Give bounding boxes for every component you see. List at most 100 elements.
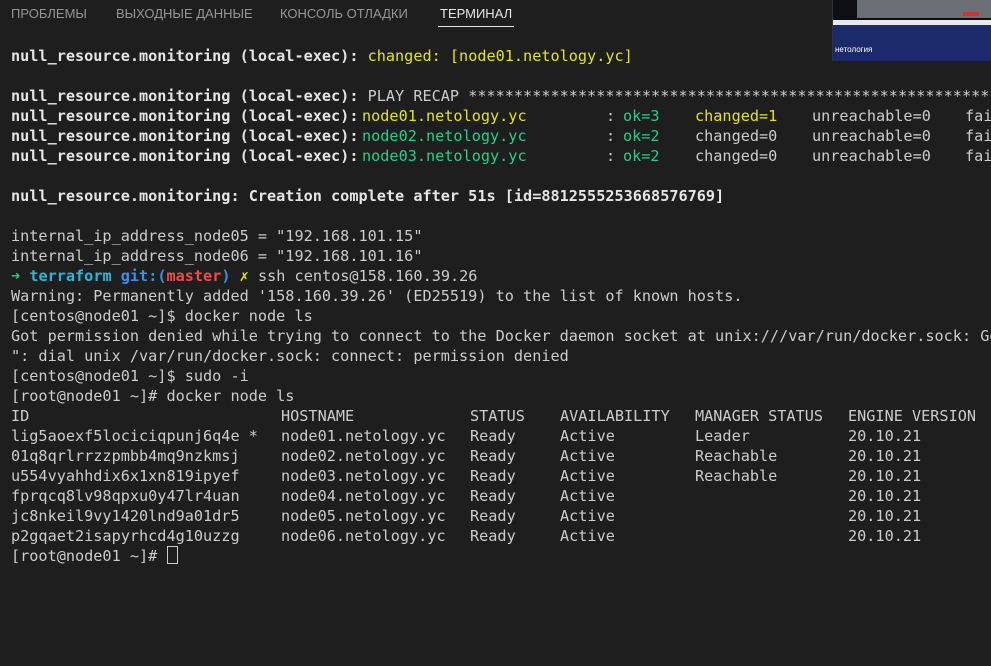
header-availability: AVAILABILITY [560, 407, 670, 425]
node-status: Ready [470, 507, 516, 525]
prompt-command: ssh centos@158.160.39.26 [257, 267, 478, 285]
node-id: u554vyahhdix6x1xn819ipyef [11, 467, 240, 485]
node-availability: Active [560, 427, 615, 445]
node-engine-version: 20.10.21 [848, 427, 922, 445]
table-row: 01q8qrlrrzzpmbb4mq9nzkmsj node02.netolog… [11, 446, 991, 466]
node-hostname: node02.netology.yc [281, 447, 446, 465]
centos-prompt-sudo: [centos@node01 ~]$ sudo -i [11, 367, 249, 385]
node-hostname: node05.netology.yc [281, 507, 446, 525]
prompt-git-branch: master [166, 267, 222, 285]
changed-text: changed: [node01.netology.yc] [367, 47, 633, 65]
node-id: lig5aoexf5lociciqpunj6q4e * [11, 427, 258, 445]
table-row: p2gqaet2isapyrhcd4g10uzzg node06.netolog… [11, 526, 991, 546]
overlay-banner [833, 20, 991, 61]
header-hostname: HOSTNAME [281, 407, 355, 425]
node-status: Ready [470, 447, 516, 465]
output-node05-ip: internal_ip_address_node05 = "192.168.10… [11, 227, 423, 245]
recap-host: node03.netology.yc [362, 147, 527, 165]
prompt-directory: terraform [29, 267, 112, 285]
node-engine-version: 20.10.21 [848, 507, 922, 525]
prompt-arrow-icon: ➜ [11, 267, 21, 285]
header-status: STATUS [470, 407, 525, 425]
recap-host: node02.netology.yc [362, 127, 527, 145]
node-id: fprqcq8lv98qpxu0y47lr4uan [11, 487, 240, 505]
tab-terminal[interactable]: ТЕРМИНАЛ [438, 6, 515, 27]
resource-prefix: null_resource.monitoring (local-exec): [11, 127, 368, 145]
prompt-git-label: git:( [120, 267, 167, 285]
node-hostname: node04.netology.yc [281, 487, 446, 505]
tab-output[interactable]: ВЫХОДНЫЕ ДАННЫЕ [116, 6, 253, 21]
shell-prompt-line: ➜ terraform git:(master) ✗ ssh centos@15… [11, 266, 477, 286]
node-id: 01q8qrlrrzzpmbb4mq9nzkmsj [11, 447, 240, 465]
node-manager-status: Leader [695, 427, 750, 445]
node-id: p2gqaet2isapyrhcd4g10uzzg [11, 527, 240, 545]
recap-failed: fai [965, 147, 991, 165]
table-row: jc8nkeil9vy1420lnd9a01dr5 node05.netolog… [11, 506, 991, 526]
recap-failed: fai [965, 107, 991, 125]
recap-ok: ok=2 [623, 147, 660, 165]
resource-prefix: null_resource.monitoring (local-exec): [11, 107, 368, 125]
node-hostname: node01.netology.yc [281, 427, 446, 445]
recap-unreachable: unreachable=0 [812, 127, 931, 145]
recap-separator: : [606, 127, 625, 145]
node-table-header: ID HOSTNAME STATUS AVAILABILITY MANAGER … [11, 406, 991, 426]
recap-changed: changed=1 [695, 107, 778, 125]
recap-ok: ok=2 [623, 127, 660, 145]
recap-unreachable: unreachable=0 [812, 147, 931, 165]
node-manager-status: Reachable [695, 447, 778, 465]
node-availability: Active [560, 527, 615, 545]
terminal-line-play-recap: null_resource.monitoring (local-exec): P… [11, 86, 991, 106]
prompt-dirty-icon: ✗ [239, 267, 249, 285]
terminal-line-changed: null_resource.monitoring (local-exec): c… [11, 46, 633, 66]
table-row: u554vyahhdix6x1xn819ipyef node03.netolog… [11, 466, 991, 486]
overlay-indicator [963, 12, 979, 16]
tab-debug-console[interactable]: КОНСОЛЬ ОТЛАДКИ [280, 6, 408, 21]
recap-changed: changed=0 [695, 147, 778, 165]
node-engine-version: 20.10.21 [848, 467, 922, 485]
node-availability: Active [560, 467, 615, 485]
table-row: fprqcq8lv98qpxu0y47lr4uan node04.netolog… [11, 486, 991, 506]
overlay-stripe [833, 20, 991, 25]
tab-terminal-label: ТЕРМИНАЛ [440, 6, 513, 21]
final-root-prompt[interactable]: [root@node01 ~]# [11, 546, 179, 566]
play-recap-text: PLAY RECAP *****************************… [367, 87, 991, 105]
recap-ok: ok=3 [623, 107, 660, 125]
tab-problems[interactable]: ПРОБЛЕМЫ [11, 6, 87, 21]
active-tab-indicator [438, 26, 515, 27]
recap-unreachable: unreachable=0 [812, 107, 931, 125]
recap-separator: : [606, 107, 625, 125]
netology-logo: нетология [835, 45, 873, 54]
centos-prompt-docker: [centos@node01 ~]$ docker node ls [11, 307, 313, 325]
node-status: Ready [470, 427, 516, 445]
video-overlay-thumbnail: нетология [832, 0, 991, 61]
output-node06-ip: internal_ip_address_node06 = "192.168.10… [11, 247, 423, 265]
node-hostname: node06.netology.yc [281, 527, 446, 545]
recap-host: node01.netology.yc [362, 107, 527, 125]
recap-row: null_resource.monitoring (local-exec): n… [11, 126, 991, 146]
resource-prefix: null_resource.monitoring (local-exec): [11, 147, 368, 165]
recap-changed: changed=0 [695, 127, 778, 145]
node-id: jc8nkeil9vy1420lnd9a01dr5 [11, 507, 240, 525]
node-hostname: node03.netology.yc [281, 467, 446, 485]
permission-denied-line-2: ": dial unix /var/run/docker.sock: conne… [11, 347, 569, 365]
node-engine-version: 20.10.21 [848, 447, 922, 465]
header-manager-status: MANAGER STATUS [695, 407, 824, 425]
node-status: Ready [470, 527, 516, 545]
node-status: Ready [470, 467, 516, 485]
resource-prefix: null_resource.monitoring (local-exec): [11, 87, 368, 105]
node-availability: Active [560, 487, 615, 505]
header-engine-version: ENGINE VERSION [848, 407, 977, 425]
terminal-cursor [167, 546, 179, 564]
resource-prefix: null_resource.monitoring (local-exec): [11, 47, 368, 65]
node-manager-status: Reachable [695, 467, 778, 485]
prompt-git-close: ) [221, 267, 231, 285]
root-prompt-docker: [root@node01 ~]# docker node ls [11, 387, 295, 405]
recap-row: null_resource.monitoring (local-exec): n… [11, 146, 991, 166]
node-availability: Active [560, 447, 615, 465]
node-status: Ready [470, 487, 516, 505]
permission-denied-line-1: Got permission denied while trying to co… [11, 327, 991, 345]
node-availability: Active [560, 507, 615, 525]
node-engine-version: 20.10.21 [848, 527, 922, 545]
table-row: lig5aoexf5lociciqpunj6q4e * node01.netol… [11, 426, 991, 446]
recap-separator: : [606, 147, 625, 165]
